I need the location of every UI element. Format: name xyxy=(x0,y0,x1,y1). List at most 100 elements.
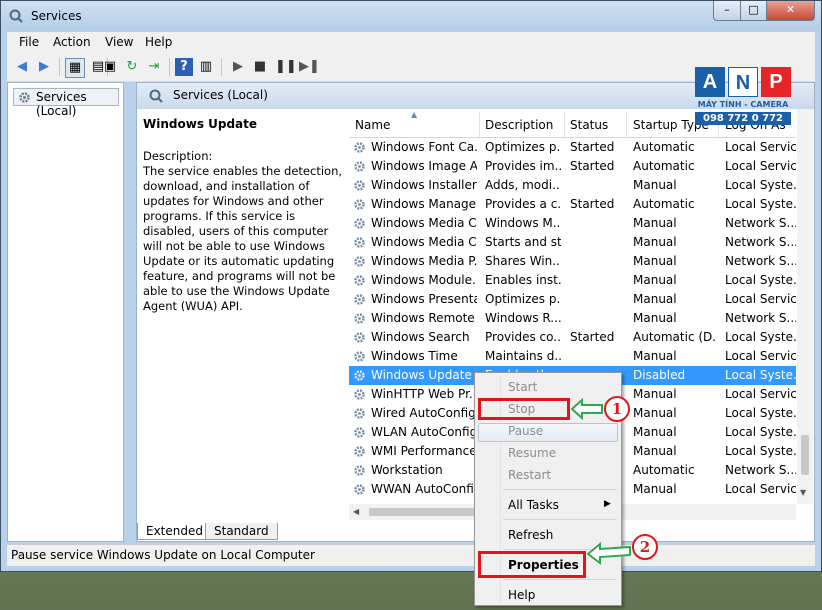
submenu-arrow-icon: ▶ xyxy=(604,499,611,509)
table-row[interactable]: Windows Font Ca... Optimizes p... Started A… xyxy=(349,138,796,157)
cell-startup-type: Automatic (D... xyxy=(633,330,717,344)
selected-service-name: Windows Update xyxy=(143,117,258,131)
column-divider[interactable] xyxy=(564,112,565,137)
properties-sheet-icon[interactable]: ▣ xyxy=(101,58,119,76)
cell-name: Windows Installer xyxy=(371,178,477,192)
cell-status: Started xyxy=(570,159,615,173)
menu-item-help[interactable]: Help xyxy=(508,588,535,602)
step-2-marker: 2 xyxy=(632,534,658,560)
menu-file[interactable]: File xyxy=(19,35,39,49)
scroll-down-arrow-icon[interactable]: ▼ xyxy=(800,488,806,497)
table-row[interactable]: Windows Module... Enables inst... Manual Lo… xyxy=(349,271,796,290)
cell-name: Windows Media C... xyxy=(371,235,477,249)
cell-startup-type: Manual xyxy=(633,444,677,458)
table-row[interactable]: Windows Search Provides co... Started Autom… xyxy=(349,328,796,347)
logo-letter-p: P xyxy=(761,67,791,97)
table-row[interactable]: Windows Media C... Starts and st... Manual… xyxy=(349,233,796,252)
close-button[interactable]: ✕ xyxy=(766,1,815,21)
service-description-panel: Windows Update Description: The service … xyxy=(143,117,343,314)
service-gear-icon xyxy=(354,199,365,210)
cell-description: Maintains d... xyxy=(485,349,561,363)
back-arrow-icon[interactable]: ◀ xyxy=(13,58,31,76)
export-list-icon[interactable]: ⇥ xyxy=(145,58,163,76)
details-header-title: Services (Local) xyxy=(173,88,268,102)
table-row[interactable]: Windows Image A... Provides im... Started A… xyxy=(349,157,796,176)
service-gear-icon xyxy=(354,465,365,476)
menu-action[interactable]: Action xyxy=(53,35,91,49)
menu-separator xyxy=(503,579,617,580)
green-arrow-icon xyxy=(586,541,631,565)
cell-log-on-as: Network S... xyxy=(725,311,796,325)
cell-name: Workstation xyxy=(371,463,443,477)
cell-log-on-as: Local Syste... xyxy=(725,197,796,211)
cell-name: WWAN AutoConfig xyxy=(371,482,477,496)
refresh-icon[interactable]: ↻ xyxy=(123,58,141,76)
table-row[interactable]: Windows Installer Adds, modi... Manual Loca… xyxy=(349,176,796,195)
column-divider[interactable] xyxy=(626,112,627,137)
stop-service-icon[interactable]: ■ xyxy=(251,58,269,76)
title-bar[interactable]: Services – □ ✕ xyxy=(1,1,821,31)
cell-name: Windows Manage... xyxy=(371,197,477,211)
logo-letter-n: N xyxy=(728,67,758,97)
column-divider[interactable] xyxy=(479,112,480,137)
table-row[interactable]: Windows Presenta... Optimizes p... Manual L… xyxy=(349,290,796,309)
start-service-icon[interactable]: ▶ xyxy=(229,58,247,76)
column-header-description[interactable]: Description xyxy=(485,118,553,132)
cell-name: Windows Time xyxy=(371,349,458,363)
menu-item-all-tasks[interactable]: All Tasks xyxy=(508,498,559,512)
menu-view[interactable]: View xyxy=(105,35,133,49)
tree-node-label: Services (Local) xyxy=(36,90,87,118)
cell-startup-type: Automatic xyxy=(633,463,695,477)
service-gear-icon xyxy=(354,313,365,324)
service-gear-icon xyxy=(354,218,365,229)
cell-startup-type: Automatic xyxy=(633,140,695,154)
tab-standard[interactable]: Standard xyxy=(205,523,278,540)
logo-tagline: MÁY TÍNH - CAMERA xyxy=(697,100,789,109)
menu-item-highlight xyxy=(478,423,618,442)
service-gear-icon xyxy=(354,389,365,400)
maximize-button[interactable]: □ xyxy=(740,1,767,21)
cell-status: Started xyxy=(570,140,615,154)
minimize-button[interactable]: – xyxy=(713,1,741,21)
service-gear-icon xyxy=(354,161,365,172)
services-gear-icon xyxy=(149,89,163,103)
cell-log-on-as: Network S... xyxy=(725,463,796,477)
table-row[interactable]: Windows Manage... Provides a c... Started A… xyxy=(349,195,796,214)
forward-arrow-icon[interactable]: ▶ xyxy=(35,58,53,76)
menu-item-resume[interactable]: Resume xyxy=(508,446,556,460)
description-text: The service enables the detection, downl… xyxy=(143,164,343,313)
menu-separator xyxy=(503,519,617,520)
vertical-scrollbar[interactable]: ▼ xyxy=(797,109,813,504)
tree-node-services-local[interactable]: Services (Local) xyxy=(13,88,119,118)
service-gear-icon xyxy=(354,237,365,248)
column-header-status[interactable]: Status xyxy=(570,118,608,132)
service-gear-icon xyxy=(354,256,365,267)
menu-item-pause[interactable]: Pause xyxy=(508,424,543,438)
tab-extended[interactable]: Extended xyxy=(137,523,212,540)
scroll-left-arrow-icon[interactable]: ◀ xyxy=(353,507,359,516)
cell-startup-type: Manual xyxy=(633,311,677,325)
menu-separator xyxy=(503,489,617,490)
table-row[interactable]: Windows Time Maintains d... Manual Local Se… xyxy=(349,347,796,366)
service-gear-icon xyxy=(354,484,365,495)
show-hide-action-pane-icon[interactable]: ▥ xyxy=(197,58,215,76)
cell-name: Windows Remote ... xyxy=(371,311,477,325)
column-header-name[interactable]: Name xyxy=(355,118,390,132)
scroll-thumb[interactable] xyxy=(801,435,809,475)
menu-item-restart[interactable]: Restart xyxy=(508,468,551,482)
console-tree-icon[interactable]: ▦ xyxy=(65,58,85,78)
table-row[interactable]: Windows Media C... Windows M... Manual Netw… xyxy=(349,214,796,233)
pause-service-icon[interactable]: ❚❚ xyxy=(275,58,297,76)
cell-startup-type: Manual xyxy=(633,406,677,420)
step-1-marker: 1 xyxy=(604,396,630,422)
table-row[interactable]: Windows Remote ... Windows R... Manual Netw… xyxy=(349,309,796,328)
table-row[interactable]: Windows Media P... Shares Win... Manual Net… xyxy=(349,252,796,271)
help-icon[interactable]: ? xyxy=(175,58,193,76)
services-gear-icon xyxy=(19,92,30,103)
menu-help[interactable]: Help xyxy=(145,35,172,49)
cell-startup-type: Manual xyxy=(633,254,677,268)
cell-description: Shares Win... xyxy=(485,254,561,268)
menu-item-start[interactable]: Start xyxy=(508,380,537,394)
menu-item-refresh[interactable]: Refresh xyxy=(508,528,553,542)
restart-service-icon[interactable]: ▶❚ xyxy=(299,58,320,76)
